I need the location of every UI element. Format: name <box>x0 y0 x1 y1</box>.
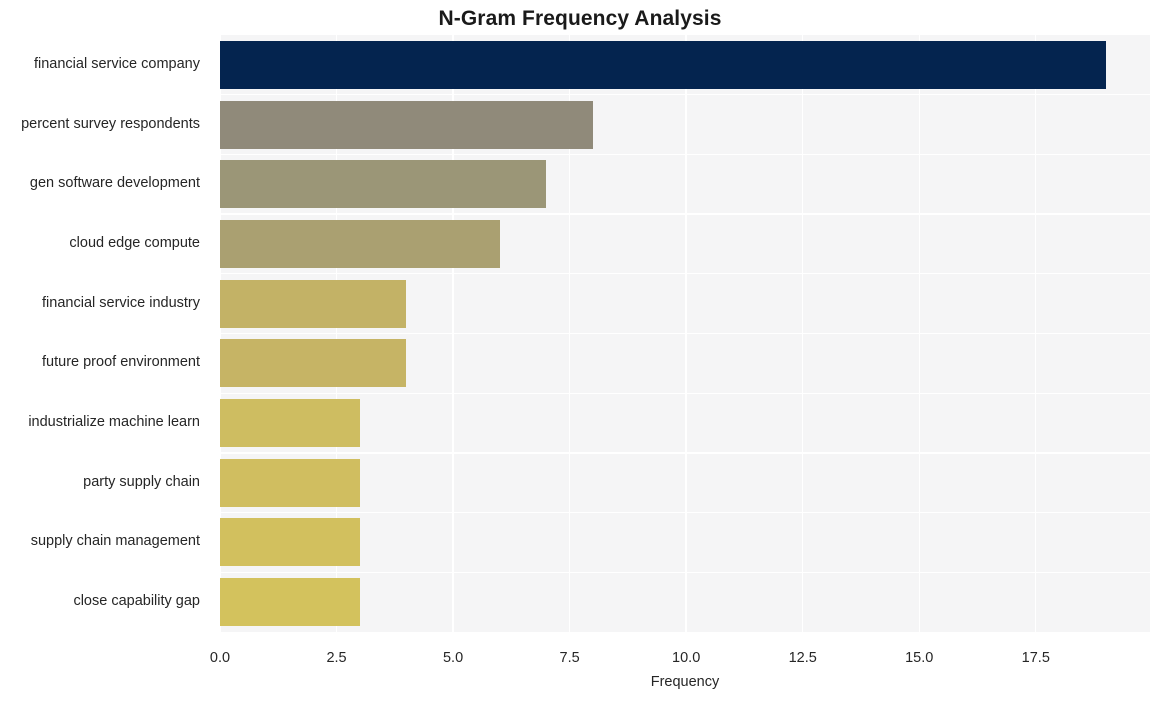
chart-figure: N-Gram Frequency Analysis financial serv… <box>0 0 1160 701</box>
x-tick-label: 2.5 <box>326 650 347 666</box>
bar[interactable] <box>220 518 360 567</box>
bar[interactable] <box>220 100 593 149</box>
x-tick-label: 15.0 <box>905 650 934 666</box>
y-tick-label: future proof environment <box>42 354 200 371</box>
bar[interactable] <box>220 279 407 328</box>
gridline-horizontal-5 <box>220 332 1150 335</box>
y-tick-label: industrialize machine learn <box>28 414 200 431</box>
gridline-horizontal-8 <box>220 511 1150 514</box>
y-tick-label: supply chain management <box>30 533 200 550</box>
y-tick-label: gen software development <box>29 175 200 192</box>
gridline-horizontal-1 <box>220 94 1150 96</box>
bar[interactable] <box>220 578 360 627</box>
bar[interactable] <box>220 339 407 388</box>
gridline-horizontal-3 <box>220 213 1150 215</box>
gridline-horizontal-7 <box>220 452 1150 454</box>
x-tick-label: 0.0 <box>209 650 231 666</box>
chart-title: N-Gram Frequency Analysis <box>438 7 722 30</box>
y-tick-label: financial service company <box>33 55 200 72</box>
plot-area <box>220 35 1150 632</box>
gridline-horizontal-4 <box>220 273 1150 275</box>
y-tick-label: cloud edge compute <box>69 234 200 251</box>
y-tick-label: close capability gap <box>73 593 200 610</box>
bar[interactable] <box>220 399 360 448</box>
y-tick-label: financial service industry <box>42 294 200 311</box>
x-tick-label: 17.5 <box>1021 650 1050 666</box>
bar[interactable] <box>220 40 1106 89</box>
y-tick-label: percent survey respondents <box>21 115 200 132</box>
x-tick-label: 10.0 <box>672 650 701 666</box>
bar[interactable] <box>220 219 500 268</box>
bar[interactable] <box>220 160 547 209</box>
y-tick-label: party supply chain <box>83 473 200 490</box>
gridline-horizontal-9 <box>220 571 1150 573</box>
gridline-horizontal-6 <box>220 392 1150 394</box>
x-tick-label: 12.5 <box>788 650 817 666</box>
bar[interactable] <box>220 458 360 507</box>
gridline-horizontal-2 <box>220 153 1150 156</box>
x-tick-label: 7.5 <box>559 650 580 666</box>
x-axis-label: Frequency <box>650 674 720 690</box>
x-tick-label: 5.0 <box>442 650 464 666</box>
